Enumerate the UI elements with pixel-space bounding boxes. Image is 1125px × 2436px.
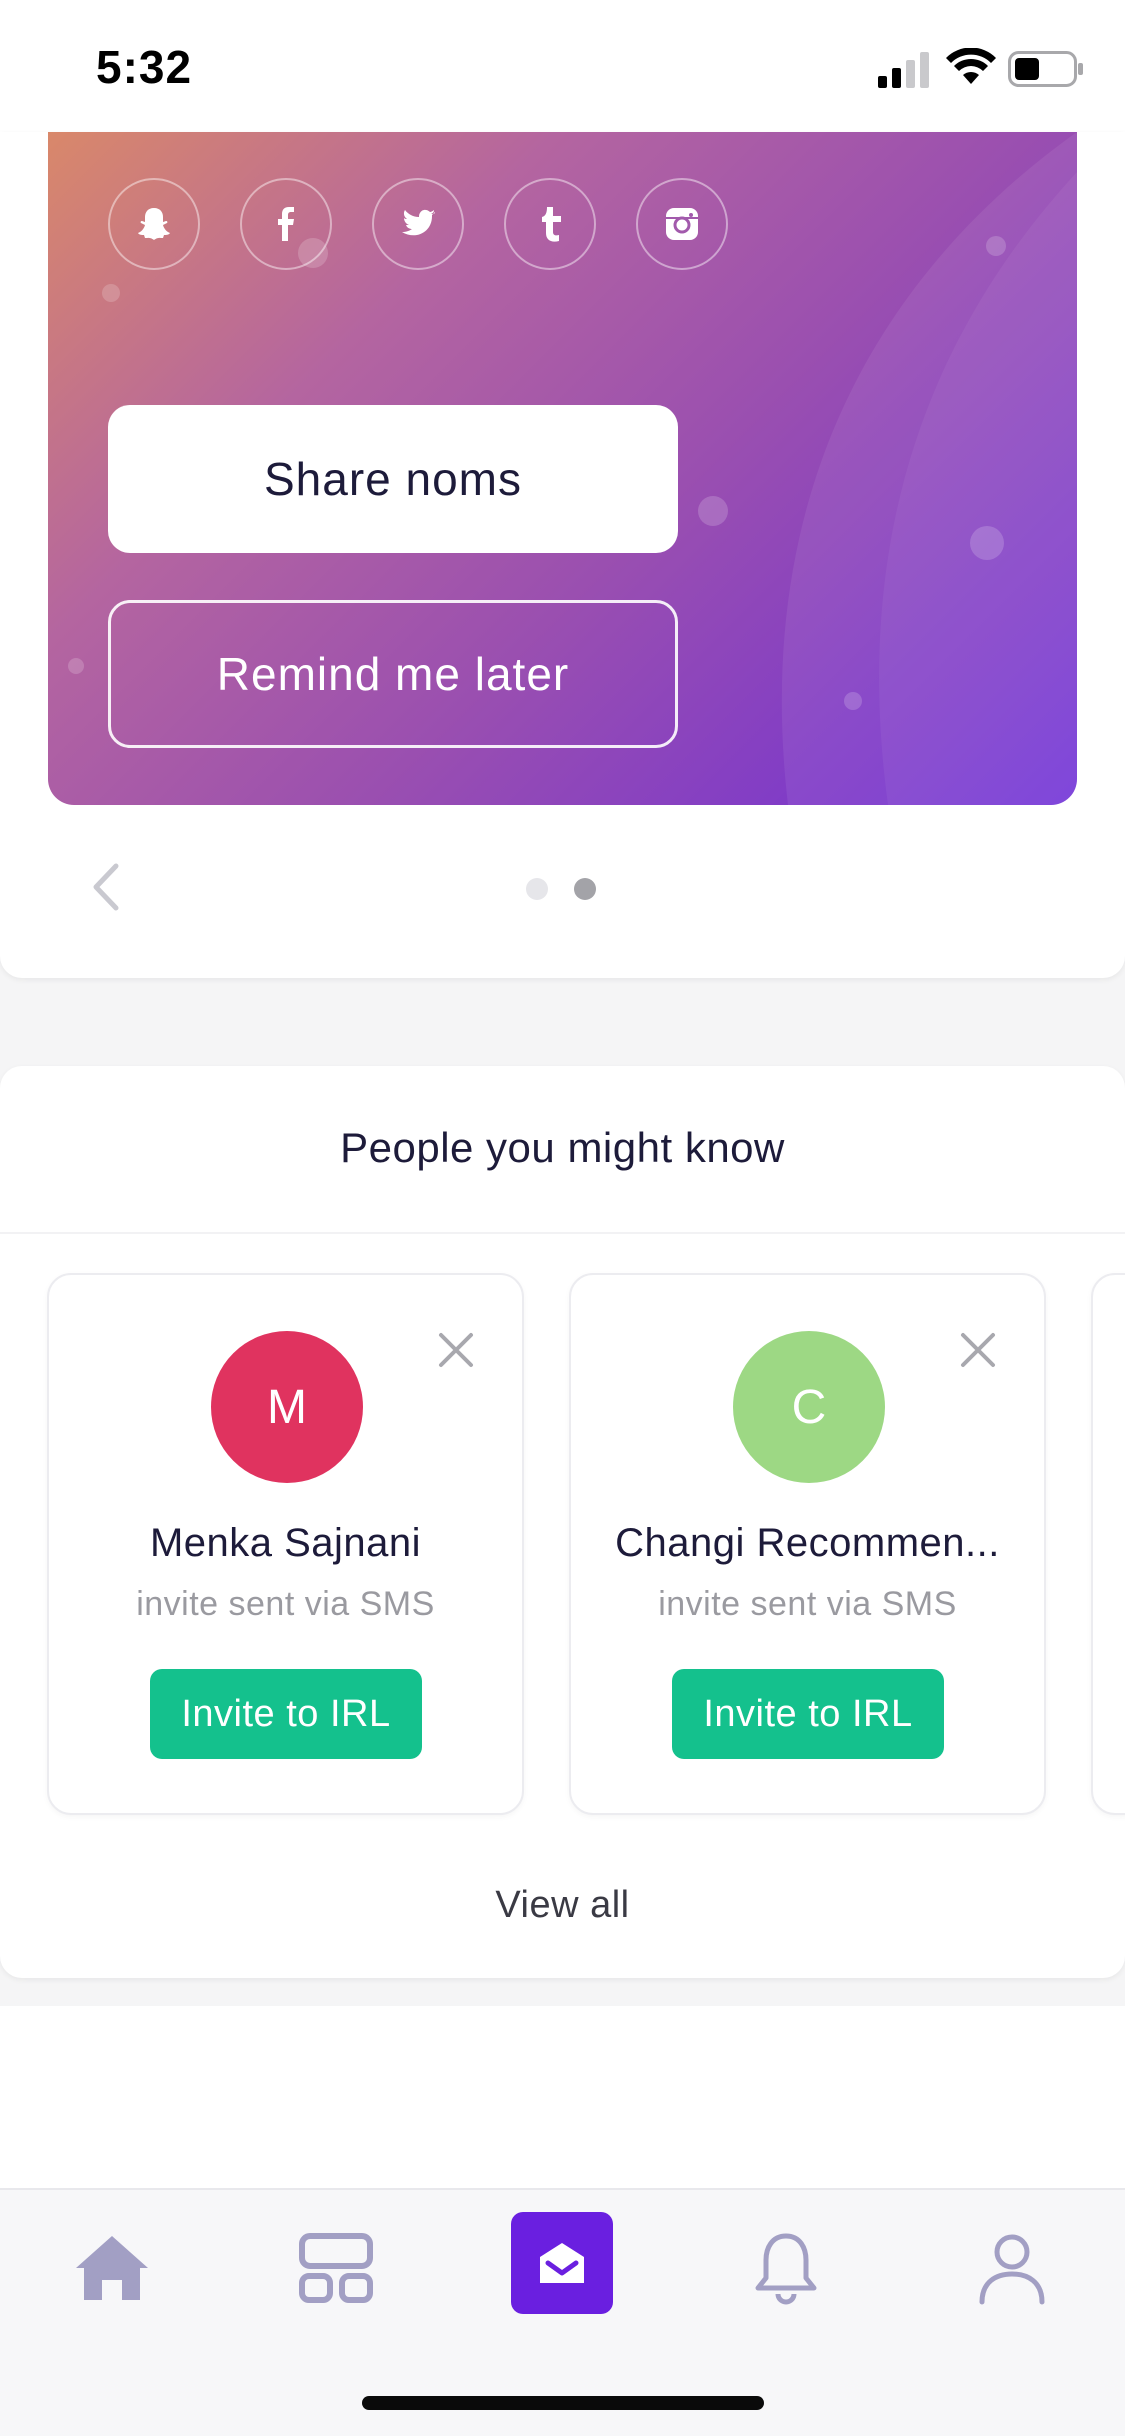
status-bar: 5:32: [0, 0, 1125, 132]
avatar[interactable]: C: [733, 1331, 885, 1483]
tab-profile[interactable]: [970, 2226, 1054, 2310]
person-card[interactable]: C Changi Recommen... invite sent via SMS…: [569, 1273, 1046, 1815]
social-share-row: [108, 178, 728, 270]
avatar[interactable]: M: [211, 1331, 363, 1483]
invite-button[interactable]: Invite to IRL: [672, 1669, 944, 1759]
carousel-dot[interactable]: [526, 878, 548, 900]
bell-icon: [755, 2233, 817, 2305]
close-icon[interactable]: [437, 1331, 475, 1369]
carousel-dot-active[interactable]: [574, 878, 596, 900]
carousel-pagination: [526, 878, 596, 900]
decor-dot: [68, 658, 84, 674]
share-noms-button[interactable]: Share noms: [108, 405, 678, 553]
twitter-icon[interactable]: [372, 178, 464, 270]
section-title: People you might know: [340, 1124, 785, 1171]
promo-banner: Share noms Remind me later: [48, 132, 1077, 805]
decor-dot: [844, 692, 862, 710]
person-card[interactable]: M Menka Sajnani invite sent via SMS Invi…: [47, 1273, 524, 1815]
divider: [0, 1232, 1125, 1234]
decor-dot: [698, 496, 728, 526]
close-icon[interactable]: [959, 1331, 997, 1369]
decor-dot: [986, 236, 1006, 256]
home-indicator: [362, 2396, 764, 2410]
facebook-icon[interactable]: [240, 178, 332, 270]
content-background: [0, 2006, 1125, 2188]
tab-discover[interactable]: [294, 2226, 378, 2310]
cellular-signal-icon: [878, 52, 929, 88]
person-card-partial[interactable]: [1091, 1273, 1125, 1815]
status-time: 5:32: [96, 41, 193, 93]
home-icon: [76, 2236, 148, 2300]
person-name: Menka Sajnani: [149, 1521, 422, 1565]
person-subtitle: invite sent via SMS: [136, 1585, 435, 1623]
instagram-icon[interactable]: [636, 178, 728, 270]
grid-icon: [299, 2233, 373, 2303]
view-all-link[interactable]: View all: [0, 1884, 1125, 1927]
profile-icon: [979, 2234, 1045, 2305]
snapchat-icon[interactable]: [108, 178, 200, 270]
decor-dot: [970, 526, 1004, 560]
remind-me-later-button[interactable]: Remind me later: [108, 600, 678, 748]
inbox-icon: [540, 2243, 584, 2283]
tab-home[interactable]: [70, 2226, 154, 2310]
person-subtitle: invite sent via SMS: [658, 1585, 957, 1623]
chevron-left-icon[interactable]: [86, 862, 126, 912]
wifi-icon: [946, 48, 996, 84]
person-name: Changi Recommen...: [615, 1521, 1000, 1565]
invite-button[interactable]: Invite to IRL: [150, 1669, 422, 1759]
battery-icon: [1008, 51, 1083, 87]
tab-notifications[interactable]: [744, 2226, 828, 2310]
decor-dot: [102, 284, 120, 302]
tumblr-icon[interactable]: [504, 178, 596, 270]
tab-inbox[interactable]: [511, 2212, 613, 2314]
